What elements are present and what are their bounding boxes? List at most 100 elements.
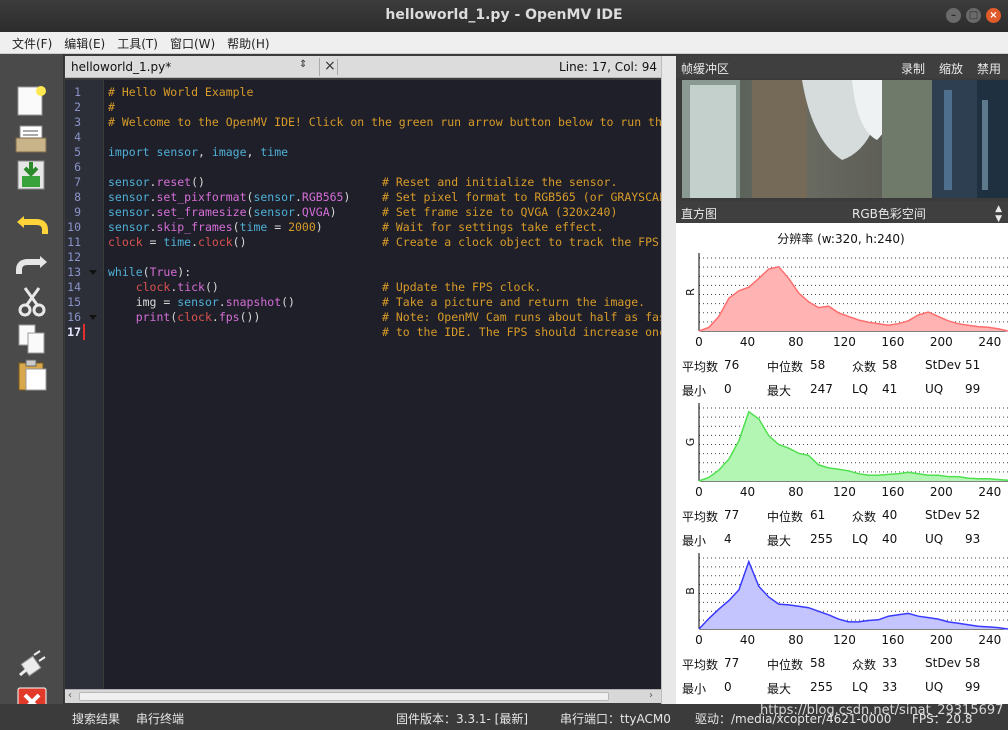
cursor-position: Line: 17, Col: 94 (559, 60, 657, 74)
x-tick-label: 0 (695, 633, 703, 647)
new-file-icon[interactable] (14, 84, 50, 118)
scroll-left-icon[interactable]: ‹ (68, 690, 72, 701)
open-file-icon[interactable] (14, 122, 50, 156)
serial-port[interactable]: 串行端口：ttyACM0 (560, 710, 671, 727)
line-number: 10 (65, 220, 81, 234)
inline-comment: # Note: OpenMV Cam runs about half as fa… (382, 310, 661, 324)
min-value: 4 (724, 532, 732, 546)
horizontal-scrollbar[interactable]: ‹ › (65, 689, 661, 703)
line-number: 3 (65, 115, 81, 129)
cut-icon[interactable] (14, 284, 50, 318)
line-number: 12 (65, 250, 81, 264)
record-button[interactable]: 录制 (901, 60, 925, 77)
stdev-label: StDev (925, 358, 961, 372)
code-editor[interactable]: # Hello World Example## Welcome to the O… (104, 80, 661, 689)
inline-comment: # to the IDE. The FPS should increase on… (382, 325, 661, 339)
histogram-charts: R04080120160200240G04080120160200240B040… (676, 223, 1008, 704)
title-bar: helloworld_1.py - OpenMV IDE – □ × (0, 0, 1008, 32)
close-window-button[interactable]: × (986, 8, 1001, 23)
firmware-version[interactable]: 固件版本：3.3.1- [最新] (396, 710, 528, 727)
line-number: 5 (65, 145, 81, 159)
maximize-button[interactable]: □ (966, 8, 981, 23)
line-number: 8 (65, 190, 81, 204)
undo-icon[interactable] (14, 206, 50, 240)
mode-value: 40 (882, 508, 897, 522)
max-label: 最大 (767, 532, 791, 549)
paste-icon[interactable] (14, 358, 50, 392)
menu-file[interactable]: 文件(F) (6, 32, 58, 53)
channel-label: R (684, 288, 697, 296)
code-line: sensor.set_pixformat(sensor.RGB565) (108, 190, 350, 204)
redo-icon[interactable] (14, 246, 50, 280)
menu-window[interactable]: 窗口(W) (164, 32, 221, 53)
inline-comment: # Create a clock object to track the FPS… (382, 235, 661, 249)
menu-help[interactable]: 帮助(H) (221, 32, 275, 53)
max-label: 最大 (767, 382, 791, 399)
uq-value: 93 (965, 532, 980, 546)
uq-label: UQ (925, 532, 943, 546)
x-tick-label: 40 (740, 485, 755, 499)
save-file-icon[interactable] (14, 158, 50, 192)
inline-comment: # Wait for settings take effect. (382, 220, 604, 234)
line-number: 4 (65, 130, 81, 144)
scroll-right-icon[interactable]: › (649, 690, 653, 701)
code-line: print(clock.fps()) (108, 310, 260, 324)
inline-comment: # Update the FPS clock. (382, 280, 541, 294)
x-tick-label: 240 (978, 335, 1001, 349)
menu-tools[interactable]: 工具(T) (111, 32, 164, 53)
serial-terminal-tab[interactable]: 串行终端 (136, 710, 184, 727)
line-number: 15 (65, 295, 81, 309)
x-tick-label: 200 (930, 485, 953, 499)
watermark: https://blog.csdn.net/sinat_29315697 (760, 703, 1003, 718)
lq-label: LQ (852, 382, 868, 396)
inline-comment: # Take a picture and return the image. (382, 295, 645, 309)
connect-icon[interactable] (14, 649, 50, 683)
uq-label: UQ (925, 680, 943, 694)
stdev-label: StDev (925, 656, 961, 670)
line-number: 9 (65, 205, 81, 219)
cursor-line-marker (83, 324, 85, 340)
x-tick-label: 0 (695, 335, 703, 349)
close-file-icon[interactable]: × (319, 58, 336, 76)
menu-edit[interactable]: 编辑(E) (58, 32, 111, 53)
dropdown-arrows-icon[interactable]: ▲▼ (995, 204, 1002, 224)
mode-label: 众数 (852, 508, 876, 525)
minimize-button[interactable]: – (946, 8, 961, 23)
disable-button[interactable]: 禁用 (977, 60, 1001, 77)
frame-buffer-header: 帧缓冲区 录制 缩放 禁用 (676, 56, 1008, 78)
code-line: img = sensor.snapshot() (108, 295, 295, 309)
mean-label: 平均数 (682, 508, 718, 525)
stdev-value: 51 (965, 358, 980, 372)
x-tick-label: 200 (930, 633, 953, 647)
min-label: 最小 (682, 680, 706, 697)
search-results-tab[interactable]: 搜索结果 (72, 710, 120, 727)
x-tick-label: 160 (881, 335, 904, 349)
fold-marker-icon[interactable] (89, 315, 97, 320)
line-number: 13 (65, 265, 81, 279)
histogram-header: 直方图 RGB色彩空间 ▲▼ (676, 201, 1008, 223)
code-line: sensor.skip_frames(time = 2000) (108, 220, 323, 234)
copy-icon[interactable] (14, 322, 50, 356)
uq-value: 99 (965, 680, 980, 694)
max-value: 255 (810, 532, 833, 546)
scrollbar-thumb[interactable] (79, 692, 609, 701)
lq-value: 33 (882, 680, 897, 694)
uq-value: 99 (965, 382, 980, 396)
median-value: 61 (810, 508, 825, 522)
frame-buffer-label: 帧缓冲区 (681, 60, 729, 77)
file-tab[interactable]: helloworld_1.py* (71, 60, 171, 74)
lq-value: 41 (882, 382, 897, 396)
inline-comment: # Set pixel format to RGB565 (or GRAYSCA… (382, 190, 661, 204)
zoom-button[interactable]: 缩放 (939, 60, 963, 77)
mean-value: 77 (724, 508, 739, 522)
color-space-select[interactable]: RGB色彩空间 (852, 205, 926, 222)
uq-label: UQ (925, 382, 943, 396)
window-title: helloworld_1.py - OpenMV IDE (0, 7, 1008, 23)
line-number: 6 (65, 160, 81, 174)
file-switch-icon[interactable]: ⇕ (299, 59, 307, 70)
code-line: sensor.set_framesize(sensor.QVGA) (108, 205, 337, 219)
min-value: 0 (724, 680, 732, 694)
fold-marker-icon[interactable] (89, 270, 97, 275)
inline-comment: # Set frame size to QVGA (320x240) (382, 205, 617, 219)
pane-splitter[interactable] (661, 56, 676, 704)
